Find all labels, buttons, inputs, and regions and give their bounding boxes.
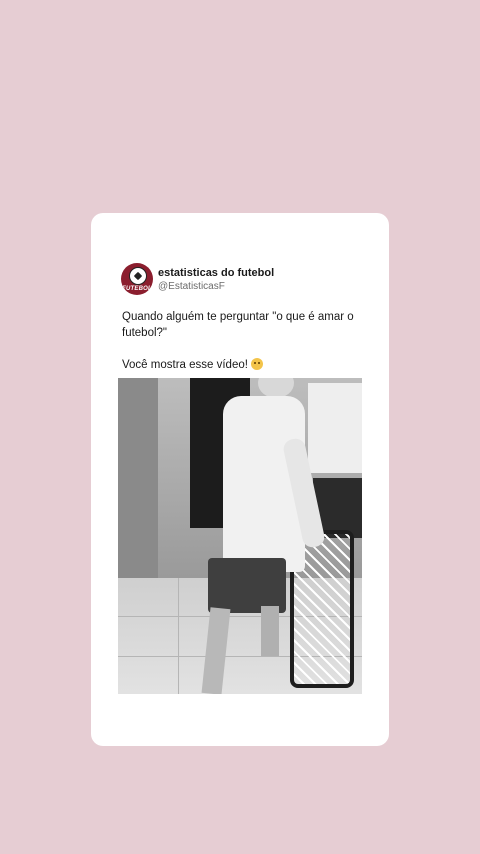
post-video[interactable] — [118, 378, 362, 694]
floor-tile-line — [178, 578, 179, 694]
soccer-ball-icon — [129, 267, 147, 285]
post-header: FUTEBOL estatisticas do futebol @Estatis… — [121, 262, 274, 296]
post-text-line-2-text: Você mostra esse vídeo! — [122, 359, 248, 371]
smiling-face-with-tear-icon — [251, 358, 264, 370]
post-text-line-1: Quando alguém te perguntar "o que é amar… — [122, 311, 354, 339]
post-card[interactable]: FUTEBOL estatisticas do futebol @Estatis… — [91, 213, 389, 746]
video-scene-boy-shorts — [208, 558, 286, 613]
post-text-line-2: Você mostra esse vídeo! — [122, 357, 372, 373]
post-text: Quando alguém te perguntar "o que é amar… — [122, 309, 372, 373]
avatar-logo-text: FUTEBOL — [122, 286, 152, 292]
video-scene-wall — [118, 378, 158, 588]
user-handle[interactable]: @EstatisticasF — [158, 280, 274, 293]
avatar[interactable]: FUTEBOL — [121, 263, 153, 295]
display-name[interactable]: estatisticas do futebol — [158, 266, 274, 280]
video-scene-boy-leg — [261, 606, 279, 656]
video-scene-window — [308, 383, 362, 473]
